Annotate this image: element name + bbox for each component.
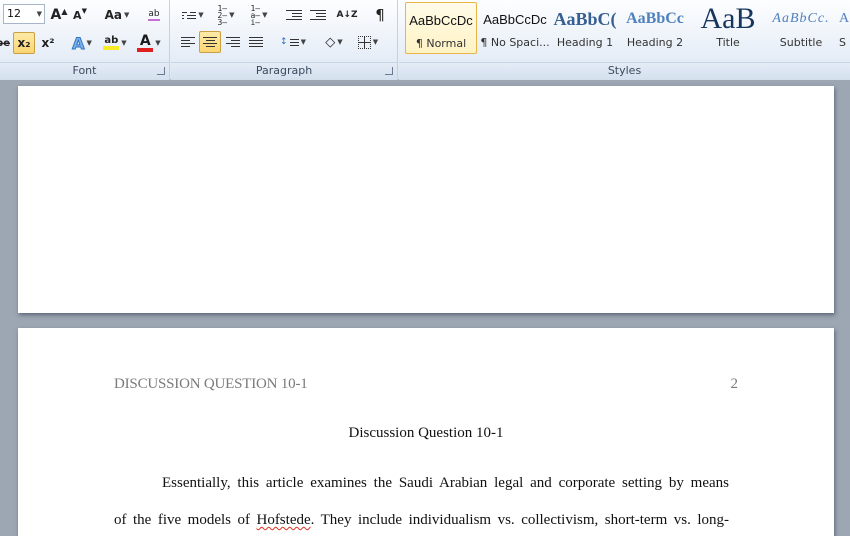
- style-no-spacing[interactable]: AaBbCcDc ¶ No Spaci...: [479, 2, 551, 54]
- subscript-icon: x₂: [17, 36, 31, 50]
- font-color-button[interactable]: A ▼: [134, 32, 164, 54]
- style-sample: AaB: [700, 2, 756, 35]
- style-sample: AaBbCc: [626, 10, 684, 27]
- styles-group: AaBbCcDc ¶ Normal AaBbCcDc ¶ No Spaci...…: [399, 0, 850, 80]
- font-color-icon: A: [137, 32, 154, 52]
- font-color-bar: [137, 47, 154, 52]
- increase-indent-icon: [310, 10, 326, 20]
- style-subtitle[interactable]: AaBbCc. Subtitle: [765, 2, 837, 54]
- align-right-button[interactable]: [222, 31, 244, 53]
- pilcrow-icon: ¶: [375, 6, 385, 24]
- running-head: DISCUSSION QUESTION 10-1: [114, 376, 308, 392]
- styles-group-label: Styles: [607, 64, 642, 77]
- page-number: 2: [730, 376, 739, 392]
- line-text: of the five models of: [114, 512, 257, 528]
- highlight-button[interactable]: ab ▼: [100, 32, 130, 54]
- paragraph-dialog-launcher-icon[interactable]: [385, 67, 393, 75]
- style-heading-2[interactable]: AaBbCc Heading 2: [621, 2, 689, 54]
- style-heading-1[interactable]: AaBbC( Heading 1: [553, 2, 617, 54]
- highlight-icon: ab: [103, 35, 120, 50]
- paragraph-line-2: of the five models of Hofstede. They inc…: [114, 512, 729, 529]
- style-name: ¶ Normal: [415, 37, 467, 50]
- borders-icon: [357, 35, 371, 49]
- font-group-label-bar: Font: [0, 62, 169, 80]
- align-left-button[interactable]: [177, 31, 199, 53]
- chevron-down-icon[interactable]: ▼: [37, 10, 42, 18]
- style-sample: AaBbCcDc: [483, 11, 547, 27]
- highlight-color-bar: [103, 46, 120, 50]
- decrease-indent-button[interactable]: [283, 4, 305, 26]
- paragraph-line-1: Essentially, this article examines the S…: [162, 475, 729, 491]
- document-page-1[interactable]: [18, 86, 834, 313]
- style-name: Subtitle: [779, 36, 823, 49]
- text-effects-button[interactable]: A ▼: [68, 32, 96, 54]
- document-title: Discussion Question 10-1: [348, 425, 504, 441]
- style-name: Heading 1: [556, 36, 614, 49]
- styles-group-label-bar: Styles: [399, 62, 850, 80]
- paragraph-group: ▼ 1— 2— 3— ▼ 1— a— i— ▼ A↓Z ¶ ↕ ▼ ◇ ▼ ▼ …: [171, 0, 398, 80]
- shrink-font-icon: A: [73, 8, 82, 22]
- highlight-label: ab: [104, 35, 119, 46]
- strikethrough-button[interactable]: abe: [0, 32, 10, 54]
- paint-bucket-icon: ◇: [325, 34, 336, 50]
- multilevel-list-icon: 1— a— i—: [250, 3, 261, 27]
- font-color-label: A: [139, 32, 151, 49]
- clear-formatting-icon: ab: [148, 8, 160, 21]
- style-partial[interactable]: A S: [839, 2, 850, 54]
- style-sample: AaBbCc.: [772, 11, 830, 26]
- borders-button[interactable]: ▼: [353, 31, 383, 53]
- font-size-value: 12: [7, 7, 21, 20]
- align-right-icon: [226, 37, 240, 47]
- line-spacing-button[interactable]: ↕ ▼: [279, 31, 307, 53]
- font-size-box[interactable]: 12 ▼: [3, 4, 45, 24]
- font-dialog-launcher-icon[interactable]: [157, 67, 165, 75]
- text-effects-icon: A: [72, 33, 85, 53]
- line-spacing-icon: ↕: [280, 37, 299, 47]
- increase-indent-button[interactable]: [307, 4, 329, 26]
- grow-font-icon: A: [50, 7, 62, 23]
- spelling-flagged-word[interactable]: Hofstede: [256, 512, 310, 528]
- style-name: S: [839, 36, 846, 49]
- style-title[interactable]: AaB Title: [693, 2, 763, 54]
- numbering-button[interactable]: 1— 2— 3— ▼: [211, 4, 241, 26]
- paragraph-group-label-bar: Paragraph: [171, 62, 397, 80]
- style-sample: A: [839, 11, 850, 26]
- font-group: 12 ▼ A▲ A▼ Aa▼ ab abe x₂ x² A▼ ab: [0, 0, 170, 80]
- justify-icon: [249, 37, 263, 47]
- style-name: Heading 2: [626, 36, 684, 49]
- document-page-2[interactable]: DISCUSSION QUESTION 10-1 2 Discussion Qu…: [18, 328, 834, 536]
- font-group-label: Font: [72, 64, 97, 77]
- align-left-icon: [181, 37, 195, 47]
- style-normal[interactable]: AaBbCcDc ¶ Normal: [405, 2, 477, 54]
- superscript-icon: x²: [41, 36, 55, 50]
- sort-button[interactable]: A↓Z: [335, 4, 359, 26]
- bullets-button[interactable]: ▼: [178, 4, 208, 26]
- style-sample: AaBbC(: [553, 8, 617, 29]
- multilevel-list-button[interactable]: 1— a— i— ▼: [244, 4, 274, 26]
- numbering-icon: 1— 2— 3—: [217, 3, 228, 27]
- paragraph-group-label: Paragraph: [255, 64, 313, 77]
- subscript-button[interactable]: x₂: [13, 32, 35, 54]
- superscript-button[interactable]: x²: [38, 32, 58, 54]
- shrink-font-button[interactable]: A ▼: [72, 4, 88, 26]
- line-text: . They include individualism vs. collect…: [310, 512, 729, 528]
- shading-button[interactable]: ◇ ▼: [319, 31, 349, 53]
- style-name: Title: [716, 36, 740, 49]
- sort-icon: A↓Z: [336, 9, 358, 20]
- show-formatting-marks-button[interactable]: ¶: [369, 4, 391, 26]
- align-center-button[interactable]: [199, 31, 221, 53]
- grow-font-button[interactable]: A ▲: [50, 4, 68, 26]
- change-case-button[interactable]: Aa ▼: [103, 4, 131, 26]
- ribbon: 12 ▼ A▲ A▼ Aa▼ ab abe x₂ x² A▼ ab: [0, 0, 850, 80]
- bullets-icon: [182, 11, 197, 19]
- justify-button[interactable]: [245, 31, 267, 53]
- style-name: ¶ No Spaci...: [480, 36, 550, 49]
- clear-formatting-button[interactable]: ab: [144, 4, 164, 26]
- style-sample: AaBbCcDc: [409, 12, 473, 28]
- strikethrough-icon: abe: [0, 37, 10, 49]
- change-case-icon: Aa: [104, 8, 122, 22]
- decrease-indent-icon: [286, 10, 302, 20]
- align-center-icon: [203, 37, 217, 47]
